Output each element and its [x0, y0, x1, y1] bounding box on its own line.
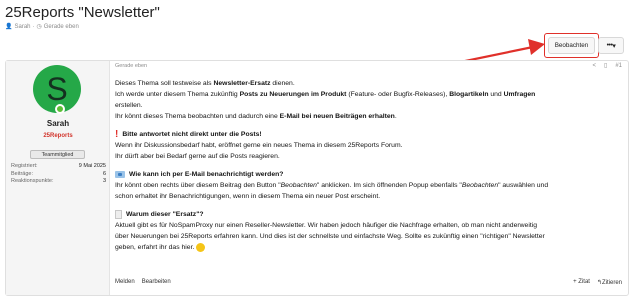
text: und [488, 91, 504, 98]
smile-emoji-icon [196, 242, 206, 252]
text: (Feature- oder Bugfix-Releases), [346, 91, 450, 98]
user-sidebar: S Sarah 25Reports Teammitglied Registrie… [6, 61, 110, 295]
stat-row: Beiträge: 6 [11, 171, 106, 179]
section-line: über Neuerungen bei 25Reports erfahren k… [115, 233, 545, 240]
stat-value[interactable]: 6 [103, 171, 106, 179]
reply-link[interactable]: ↰Zitieren [597, 279, 622, 286]
user-title: 25Reports [43, 133, 73, 139]
edit-link[interactable]: Bearbeiten [142, 279, 171, 286]
bold-text: Umfragen [503, 91, 536, 98]
user-icon: 👤 [5, 24, 13, 30]
post-number[interactable]: #1 [615, 63, 622, 69]
italic-text: Beobachten [461, 182, 499, 189]
text: Ich werde unter diesem Thema zukünftig [115, 91, 240, 98]
text: Ihr könnt oben rechts über diesem Beitra… [115, 182, 281, 189]
post: S Sarah 25Reports Teammitglied Registrie… [5, 60, 629, 296]
email-icon [115, 171, 125, 178]
text: . [394, 113, 397, 120]
text: " anklicken. Im sich öffnenden Popup ebe… [316, 182, 462, 189]
text: erstellen. [115, 102, 143, 109]
thread-author[interactable]: Sarah [14, 24, 30, 30]
section-line: Aktuell gibt es für NoSpamProxy nur eine… [115, 222, 538, 229]
report-link[interactable]: Melden [115, 279, 135, 286]
intro-line: Dieses Thema soll testweise als Newslett… [115, 78, 621, 89]
online-indicator-icon [55, 104, 65, 114]
text: Ihr könnt dieses Thema beobachten und da… [115, 113, 280, 120]
section-heading: Wie kann ich per E-Mail benachrichtigt w… [115, 169, 621, 180]
italic-text: Beobachten [280, 182, 317, 189]
chevron-down-icon: ▾ [612, 42, 616, 50]
document-icon [115, 210, 122, 219]
user-name[interactable]: Sarah [6, 119, 110, 128]
quote-add-link[interactable]: + Zitat [573, 279, 590, 286]
avatar-letter: S [46, 70, 68, 107]
text: geben, erfahrt ihr das hier. [115, 244, 195, 251]
share-icon[interactable]: < [592, 63, 596, 69]
bold-text: Posts zu Neuerungen im Produkt [239, 91, 347, 98]
bold-text: E-Mail bei neuen Beiträgen erhalten [279, 113, 395, 120]
stat-label: Registriert: [11, 163, 38, 169]
section-line: Ihr könnt oben rechts über diesem Beitra… [115, 180, 621, 191]
section-line: geben, erfahrt ihr das hier. [115, 242, 621, 253]
stat-value: 3 [102, 178, 106, 184]
post-content: Gerade eben < ▯ #1 Dieses Thema soll tes… [115, 61, 628, 295]
user-stats: Registriert: 9 Mai 2025 Beiträge: 6 Reak… [11, 163, 106, 186]
page-title: 25Reports "Newsletter" [5, 4, 160, 21]
text: dienen. [270, 80, 295, 87]
heading-text: Wie kann ich per E-Mail benachrichtigt w… [129, 171, 284, 178]
post-footer: Melden Bearbeiten + Zitat ↰Zitieren [115, 279, 622, 286]
text: " auswählen und [498, 182, 549, 189]
watch-button[interactable]: Beobachten [548, 37, 595, 54]
reply-label: Zitieren [601, 280, 622, 286]
post-tools: < ▯ #1 [592, 62, 622, 70]
section-line: Ihr dürft aber bei Bedarf gerne auf die … [115, 153, 280, 160]
thread-time: Gerade eben [43, 23, 79, 30]
text: Dieses Thema soll testweise als [115, 80, 214, 87]
stat-label: Beiträge: [11, 170, 34, 177]
bold-text: Blogartikeln [449, 91, 489, 98]
section-line: schon erhaltet ihr Benachrichtigungen, w… [115, 193, 381, 200]
meta-separator: · [32, 23, 35, 30]
clock-icon: ◷ [36, 24, 42, 30]
more-options-button[interactable]: ••• ▾ [598, 37, 624, 54]
stat-label: Reaktionspunkte: [11, 178, 54, 184]
section-heading: Warum dieser "Ersatz"? [115, 209, 621, 220]
stat-row: Registriert: 9 Mai 2025 [11, 163, 106, 171]
section-line: Wenn ihr Diskussionsbedarf habt, eröffne… [115, 142, 403, 149]
post-date[interactable]: Gerade eben [115, 63, 147, 69]
intro-line: Ich werde unter diesem Thema zukünftig P… [115, 89, 621, 111]
exclamation-icon: ! [115, 129, 119, 140]
intro-line: Ihr könnt dieses Thema beobachten und da… [115, 111, 621, 122]
stat-value: 9 Mai 2025 [78, 163, 106, 169]
user-banner: Teammitglied [30, 150, 85, 159]
thread-meta: 👤 Sarah · ◷ Gerade eben [5, 23, 79, 31]
post-body: Dieses Thema soll testweise als Newslett… [115, 78, 621, 253]
heading-text: Bitte antwortet nicht direkt unter die P… [122, 131, 262, 138]
section-heading: ! Bitte antwortet nicht direkt unter die … [115, 129, 621, 140]
bold-text: Newsletter-Ersatz [213, 80, 271, 87]
stat-row: Reaktionspunkte: 3 [11, 178, 106, 186]
bookmark-icon[interactable]: ▯ [604, 62, 607, 69]
heading-text: Warum dieser "Ersatz"? [126, 211, 204, 218]
